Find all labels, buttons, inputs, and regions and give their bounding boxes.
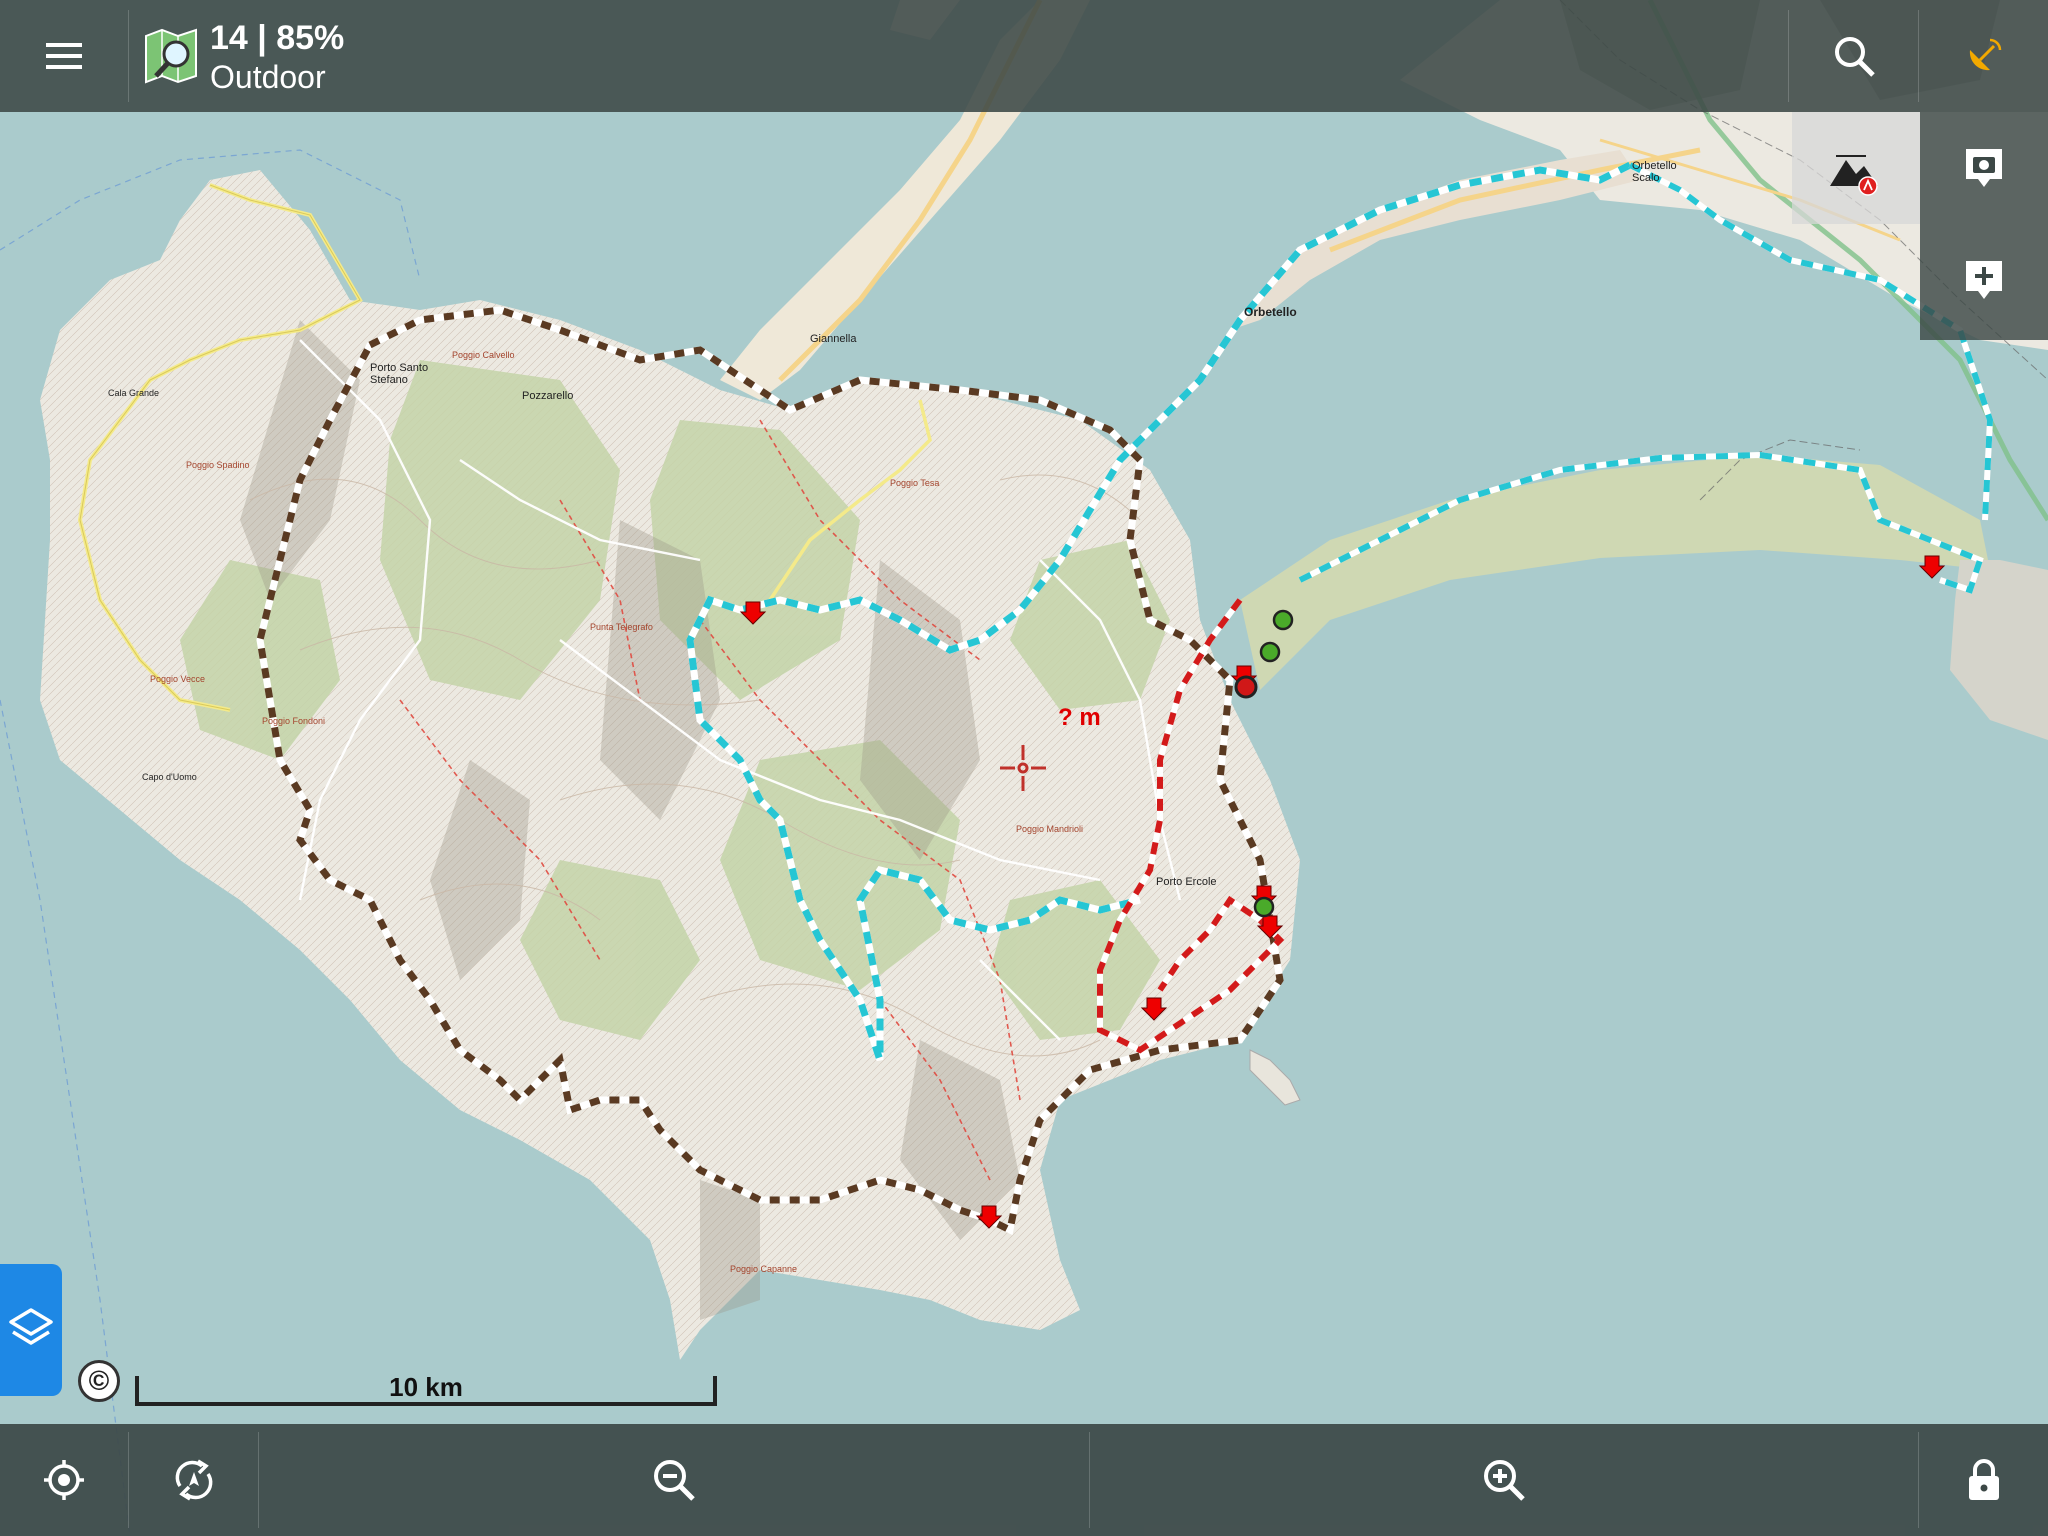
place-capo-uomo: Capo d'Uomo <box>142 772 197 782</box>
peak-poggio-vecce: Poggio Vecce <box>150 674 206 684</box>
add-point-icon <box>1966 261 2002 299</box>
zoom-out-icon <box>654 1460 695 1501</box>
zoom-battery-label: 14 | 85% <box>210 19 345 57</box>
scale-label: 10 km <box>389 1372 463 1402</box>
place-orbetello: Orbetello <box>1244 305 1297 319</box>
add-point-button[interactable] <box>1920 224 2048 336</box>
gps-status-button[interactable] <box>1920 0 2048 112</box>
top-bar: 14 | 85% Outdoor <box>0 0 2048 112</box>
map-info[interactable]: 14 | 85% Outdoor <box>210 18 344 96</box>
place-porto-santo-stefano: Porto Santo Stefano <box>370 362 429 386</box>
terrain-warning-icon <box>1830 155 1878 196</box>
peak-poggio-calvello: Poggio Calvello <box>452 350 515 360</box>
zoom-in-icon <box>1484 1460 1525 1501</box>
map-name-label: Outdoor <box>210 59 326 95</box>
search-icon <box>1835 37 1875 77</box>
place-giannella: Giannella <box>810 333 857 345</box>
place-porto-ercole: Porto Ercole <box>1156 876 1217 888</box>
zoom-out-button[interactable] <box>260 1424 1088 1536</box>
map-manager-button[interactable] <box>140 18 202 94</box>
peak-punta-telegrafo: Punta Telegrafo <box>590 622 653 632</box>
terrain-overlay-button[interactable] <box>1792 112 1920 224</box>
place-pozzarello: Pozzarello <box>522 390 574 402</box>
peak-poggio-capanne: Poggio Capanne <box>730 1264 798 1274</box>
layers-icon <box>9 1308 53 1345</box>
place-orbetello-scalo: Orbetello Scalo <box>1632 160 1677 184</box>
copyright-button[interactable]: © <box>78 1360 120 1402</box>
map-rotation-icon <box>175 1459 213 1501</box>
search-button[interactable] <box>1790 0 1918 112</box>
camera-icon <box>1966 149 2002 187</box>
zoom-in-button[interactable] <box>1090 1424 1918 1536</box>
menu-button[interactable] <box>0 0 128 112</box>
lock-button[interactable] <box>1920 1424 2048 1536</box>
peak-poggio-spadino: Poggio Spadino <box>186 460 250 470</box>
satellite-dish-icon <box>1969 38 2002 71</box>
map-rotation-button[interactable] <box>130 1424 258 1536</box>
peak-poggio-tesa: Poggio Tesa <box>890 478 940 488</box>
camera-button[interactable] <box>1920 112 2048 224</box>
cursor-altitude-label: ? m <box>1058 704 1101 731</box>
lock-icon <box>1969 1459 1999 1500</box>
place-cala-grande: Cala Grande <box>108 388 160 398</box>
my-location-icon <box>44 1460 84 1500</box>
right-side-panel <box>1920 112 2048 340</box>
scale-bar: 10 km <box>135 1372 717 1406</box>
layers-button[interactable] <box>0 1264 62 1396</box>
menu-icon <box>46 43 82 69</box>
peak-poggio-mandrioli: Poggio Mandrioli <box>1016 824 1084 834</box>
my-location-button[interactable] <box>0 1424 128 1536</box>
map-canvas[interactable] <box>0 0 2048 1536</box>
map-globe-icon <box>145 28 197 84</box>
peak-poggio-fondoni: Poggio Fondoni <box>262 716 326 726</box>
